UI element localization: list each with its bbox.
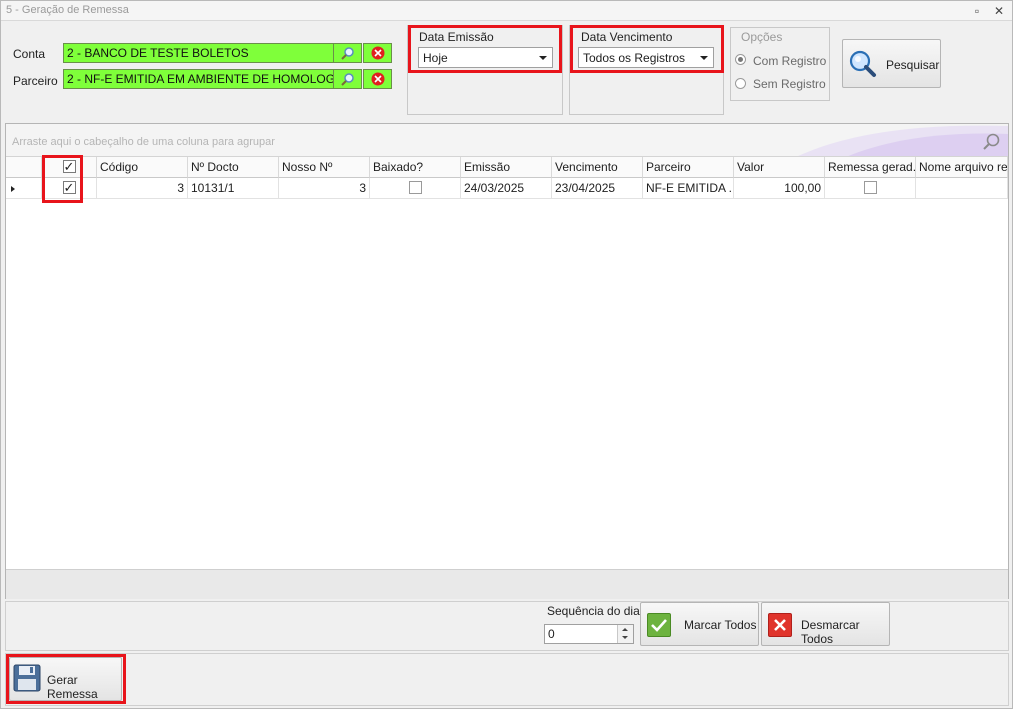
remessa-window: 5 - Geração de Remessa ▫ ✕ Conta 2 - BAN… <box>0 0 1013 709</box>
col-nome-arquivo[interactable]: Nome arquivo re... <box>916 157 1008 178</box>
grid-footer <box>6 569 1008 599</box>
cell-vencimento[interactable]: 23/04/2025 <box>552 178 643 199</box>
data-vencimento-select[interactable]: Todos os Registros <box>578 47 714 68</box>
marcar-todos-label: Marcar Todos <box>684 618 757 632</box>
window-title: 5 - Geração de Remessa <box>6 4 129 16</box>
col-codigo[interactable]: Código <box>97 157 188 178</box>
sequencia-value: 0 <box>548 627 555 641</box>
parceiro-label: Parceiro <box>13 74 58 88</box>
cell-remessa-gerada[interactable] <box>825 178 916 199</box>
cell-emissao[interactable]: 24/03/2025 <box>461 178 552 199</box>
decorative-swoosh <box>798 125 1008 156</box>
table-row-indicator[interactable] <box>6 178 42 199</box>
spinner-buttons[interactable] <box>617 625 633 643</box>
conta-field[interactable]: 2 - BANCO DE TESTE BOLETOS <box>63 43 334 63</box>
chevron-down-icon <box>700 56 708 60</box>
annotation-highlight <box>6 654 126 704</box>
sequencia-input[interactable]: 0 <box>544 624 634 644</box>
check-icon <box>647 613 671 637</box>
cell-codigo[interactable]: 3 <box>97 178 188 199</box>
data-emissao-label: Data Emissão <box>419 30 494 44</box>
desmarcar-todos-label: Desmarcar Todos <box>801 618 860 646</box>
chevron-down-icon <box>539 56 547 60</box>
parceiro-field[interactable]: 2 - NF-E EMITIDA EM AMBIENTE DE HOMOLOGA… <box>63 69 334 89</box>
remessa-gerada-checkbox[interactable] <box>863 181 877 194</box>
col-emissao[interactable]: Emissão <box>461 157 552 178</box>
com-registro-label: Com Registro <box>753 54 827 68</box>
col-docto[interactable]: Nº Docto <box>188 157 279 178</box>
cell-valor[interactable]: 100,00 <box>734 178 825 199</box>
footer-panel <box>5 653 1009 706</box>
sem-registro-label: Sem Registro <box>753 77 826 91</box>
sequencia-label: Sequência do dia <box>547 604 640 618</box>
sem-registro-radio[interactable] <box>735 78 746 89</box>
results-grid: Arraste aqui o cabeçalho de uma coluna p… <box>5 123 1009 599</box>
marcar-todos-button[interactable]: Marcar Todos <box>640 602 759 646</box>
conta-label: Conta <box>13 47 46 61</box>
desmarcar-todos-button[interactable]: Desmarcar Todos <box>761 602 890 646</box>
col-vencimento[interactable]: Vencimento <box>552 157 643 178</box>
spin-down-icon[interactable] <box>622 636 628 639</box>
data-emissao-select[interactable]: Hoje <box>418 47 553 68</box>
data-vencimento-label: Data Vencimento <box>581 30 673 44</box>
cell-docto[interactable]: 10131/1 <box>188 178 279 199</box>
group-panel[interactable]: Arraste aqui o cabeçalho de uma coluna p… <box>6 124 1008 157</box>
col-valor[interactable]: Valor <box>734 157 825 178</box>
close-icon[interactable]: ✕ <box>991 3 1007 19</box>
cell-nome-arquivo[interactable] <box>916 178 1008 199</box>
col-nosso-numero[interactable]: Nosso Nº <box>279 157 370 178</box>
pesquisar-label: Pesquisar <box>886 58 940 72</box>
header-indicator <box>6 157 42 178</box>
spin-up-icon[interactable] <box>622 628 628 631</box>
data-vencimento-value: Todos os Registros <box>583 51 686 65</box>
cell-baixado[interactable] <box>370 178 461 199</box>
restore-icon[interactable]: ▫ <box>969 3 985 19</box>
search-icon <box>849 50 876 77</box>
parceiro-search-icon[interactable] <box>333 69 362 89</box>
pesquisar-button[interactable]: Pesquisar <box>842 39 941 88</box>
annotation-highlight <box>42 155 83 203</box>
title-bar: 5 - Geração de Remessa ▫ ✕ <box>1 1 1012 21</box>
cell-parceiro[interactable]: NF-E EMITIDA ... <box>643 178 734 199</box>
col-baixado[interactable]: Baixado? <box>370 157 461 178</box>
cell-nosso-numero[interactable]: 3 <box>279 178 370 199</box>
x-icon <box>768 613 792 637</box>
data-emissao-value: Hoje <box>423 51 448 65</box>
col-remessa-gerada[interactable]: Remessa gerad... <box>825 157 916 178</box>
opcoes-label: Opções <box>741 30 783 44</box>
com-registro-radio[interactable] <box>735 54 746 65</box>
parceiro-clear-icon[interactable] <box>363 69 392 89</box>
conta-clear-icon[interactable] <box>363 43 392 63</box>
find-icon[interactable] <box>982 132 1002 152</box>
baixado-checkbox[interactable] <box>408 181 422 194</box>
conta-search-icon[interactable] <box>333 43 362 63</box>
col-parceiro[interactable]: Parceiro <box>643 157 734 178</box>
group-panel-hint: Arraste aqui o cabeçalho de uma coluna p… <box>12 136 275 148</box>
